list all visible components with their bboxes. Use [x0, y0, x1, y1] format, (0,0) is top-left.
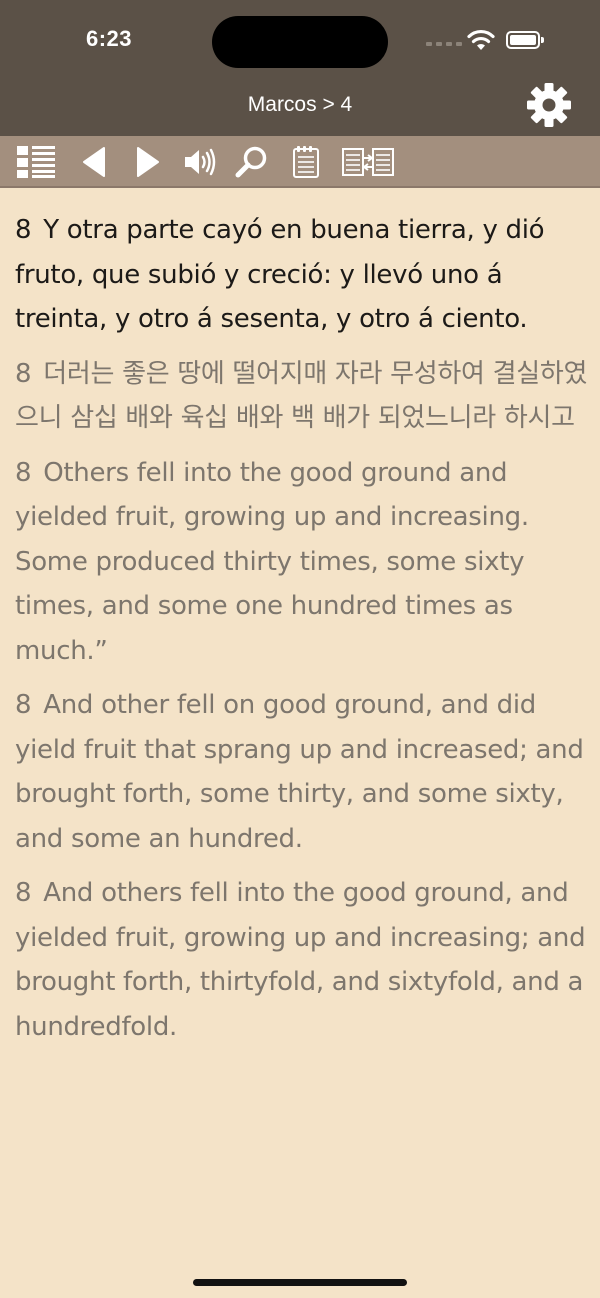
verse-english-2[interactable]: 8 And other fell on good ground, and did …	[15, 683, 590, 861]
toolbar	[0, 136, 600, 188]
verse-english-3[interactable]: 8 And others fell into the good ground, a…	[15, 871, 590, 1049]
next-button[interactable]	[128, 142, 168, 182]
verse-english-1[interactable]: 8 Others fell into the good ground and yi…	[15, 451, 590, 674]
search-button[interactable]	[232, 142, 272, 182]
dynamic-island	[212, 16, 388, 68]
list-button[interactable]	[16, 142, 56, 182]
verse-number: 8	[15, 358, 32, 389]
verse-primary[interactable]: 8Y otra parte cayó en buena tierra, y di…	[15, 208, 590, 342]
cellular-signal-icon	[426, 42, 462, 46]
next-icon	[137, 147, 159, 177]
wifi-icon	[467, 29, 495, 50]
verse-text: 더러는 좋은 땅에 떨어지매 자라 무성하여 결실하였으니 삼십 배와 육십 배…	[15, 358, 588, 434]
verse-text: Others fell into the good ground and yie…	[15, 457, 529, 666]
compare-button[interactable]	[340, 142, 396, 182]
verse-content: 8Y otra parte cayó en buena tierra, y di…	[15, 208, 590, 1059]
search-icon	[235, 146, 267, 178]
status-time: 6:23	[86, 26, 133, 51]
compare-icon	[342, 148, 394, 176]
gear-icon[interactable]	[526, 82, 572, 128]
verse-number: 8	[15, 690, 32, 720]
previous-icon	[83, 147, 105, 177]
notes-button[interactable]	[286, 142, 326, 182]
verse-number: 8	[15, 215, 32, 245]
audio-button[interactable]	[180, 142, 220, 182]
previous-button[interactable]	[74, 142, 114, 182]
battery-icon	[506, 31, 544, 49]
verse-text: Y otra parte cayó en buena tierra, y dió…	[15, 215, 545, 334]
page-title[interactable]: Marcos > 4	[0, 93, 600, 117]
list-icon	[17, 146, 55, 178]
verse-text: And other fell on good ground, and did y…	[15, 690, 584, 854]
home-indicator[interactable]	[193, 1279, 407, 1286]
verse-text: And others fell into the good ground, an…	[15, 878, 586, 1042]
verse-number: 8	[15, 878, 32, 908]
header-bar: 6:23 Marcos > 4	[0, 0, 600, 136]
verse-korean[interactable]: 8 더러는 좋은 땅에 떨어지매 자라 무성하여 결실하였으니 삼십 배와 육십 …	[15, 352, 590, 441]
verse-number: 8	[15, 457, 32, 488]
notes-icon	[293, 146, 319, 178]
speaker-icon	[185, 148, 216, 176]
